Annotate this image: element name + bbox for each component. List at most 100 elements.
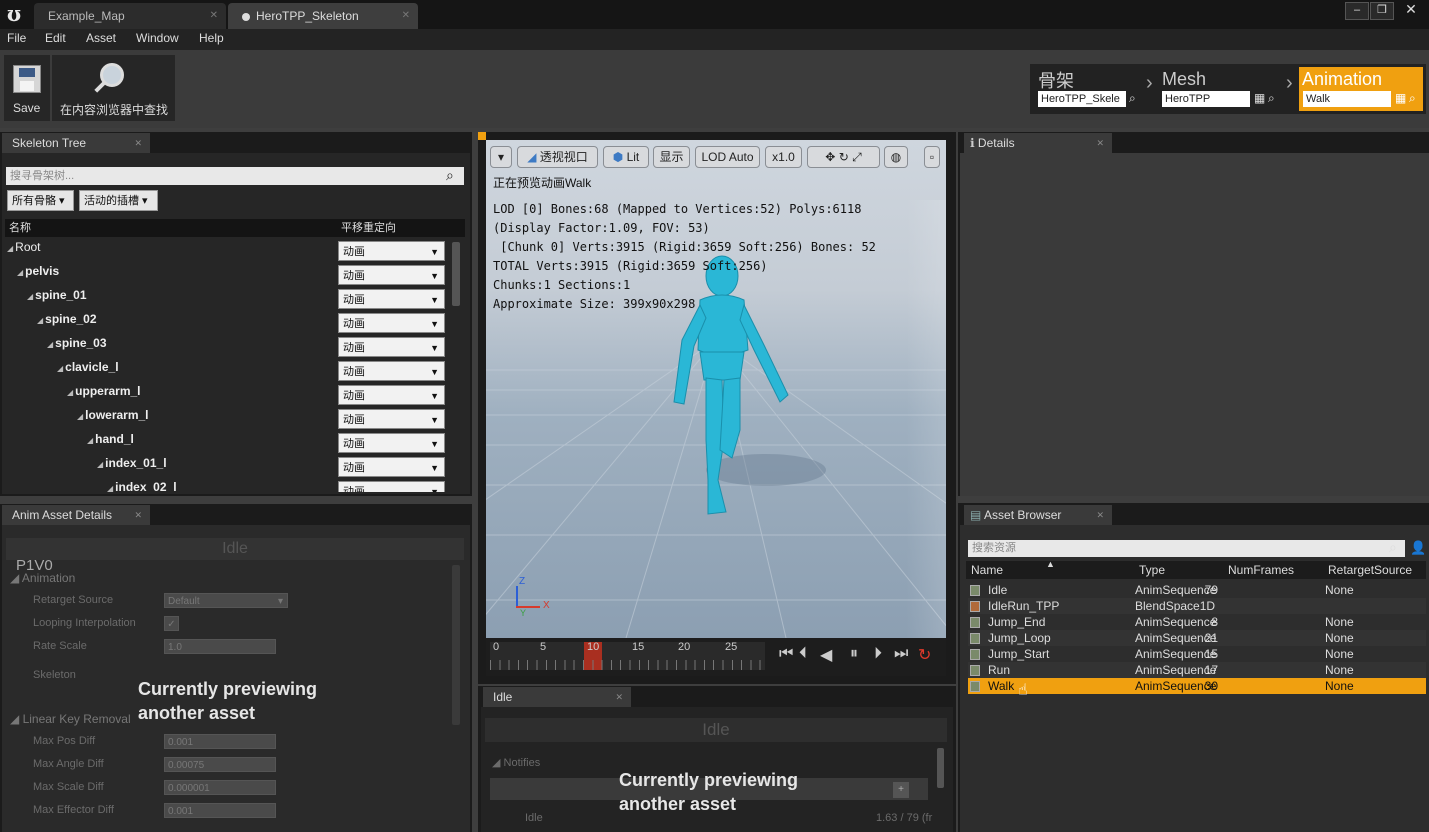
- close-icon[interactable]: ✕: [134, 133, 142, 153]
- close-icon[interactable]: ✕: [402, 3, 410, 29]
- column-name[interactable]: Name: [971, 563, 1003, 577]
- close-icon[interactable]: ✕: [615, 687, 623, 707]
- expand-arrow-icon[interactable]: ◢: [47, 340, 53, 349]
- minimize-button[interactable]: –: [1345, 2, 1369, 20]
- bone-row[interactable]: ◢ spine_03 动画 ▼: [5, 334, 445, 358]
- search-icon[interactable]: ⌕: [1389, 539, 1397, 556]
- bone-row[interactable]: ◢ index_02_l 动画 ▼: [5, 478, 445, 492]
- asset-browser-tab[interactable]: ▤ Asset Browser ✕: [964, 505, 1112, 525]
- speed-button[interactable]: x1.0: [765, 146, 802, 168]
- menu-window[interactable]: Window: [136, 31, 179, 45]
- scrollbar-thumb[interactable]: [452, 242, 460, 306]
- bone-row[interactable]: ◢ Root 动画 ▼: [5, 238, 445, 262]
- mesh-asset-field[interactable]: HeroTPP: [1162, 91, 1250, 107]
- retarget-dropdown[interactable]: 动画 ▼: [338, 433, 445, 453]
- close-window-button[interactable]: ✕: [1398, 2, 1424, 18]
- step-back-icon[interactable]: ⏴: [799, 645, 807, 663]
- save-button[interactable]: Save: [4, 55, 50, 121]
- tab-example-map[interactable]: Example_Map ✕: [34, 3, 226, 29]
- retarget-dropdown[interactable]: 动画 ▼: [338, 361, 445, 381]
- lod-button[interactable]: LOD Auto: [695, 146, 760, 168]
- retarget-dropdown[interactable]: 动画 ▼: [338, 289, 445, 309]
- retarget-source-dropdown[interactable]: Default ▾: [164, 593, 288, 608]
- expand-arrow-icon[interactable]: ◢: [7, 244, 13, 253]
- max-scale-input[interactable]: 0.000001: [164, 780, 276, 795]
- retarget-dropdown[interactable]: 动画 ▼: [338, 481, 445, 492]
- max-effector-input[interactable]: 0.001: [164, 803, 276, 818]
- close-icon[interactable]: ✕: [210, 3, 218, 29]
- menu-file[interactable]: File: [7, 31, 26, 45]
- asset-row[interactable]: Jump_Loop AnimSequence 21 None: [968, 630, 1426, 646]
- play-reverse-icon[interactable]: ◀: [820, 645, 832, 665]
- close-icon[interactable]: ✕: [1096, 133, 1104, 153]
- transform-tools[interactable]: ✥ ↻ ⤢: [807, 146, 880, 168]
- menu-asset[interactable]: Asset: [86, 31, 116, 45]
- retarget-dropdown[interactable]: 动画 ▼: [338, 385, 445, 405]
- loop-icon[interactable]: ↻: [918, 645, 931, 665]
- bone-row[interactable]: ◢ spine_01 动画 ▼: [5, 286, 445, 310]
- column-numframes[interactable]: NumFrames: [1228, 563, 1294, 577]
- search-icon[interactable]: ⌕: [1129, 91, 1136, 106]
- max-pos-input[interactable]: 0.001: [164, 734, 276, 749]
- looping-checkbox[interactable]: ✓: [164, 616, 179, 631]
- search-icon[interactable]: ⌕: [1268, 91, 1275, 106]
- mode-skeleton[interactable]: 骨架 HeroTPP_Skele ⌕: [1034, 67, 1146, 111]
- retarget-dropdown[interactable]: 动画 ▼: [338, 409, 445, 429]
- lit-button[interactable]: ⬢ Lit: [603, 146, 649, 168]
- expand-arrow-icon[interactable]: ◢: [87, 436, 93, 445]
- column-name[interactable]: 名称: [9, 219, 31, 237]
- step-forward-icon[interactable]: ⏵: [874, 645, 882, 663]
- viewport-options-button[interactable]: ▾: [490, 146, 512, 168]
- grid-icon[interactable]: ▦: [1395, 91, 1406, 105]
- close-icon[interactable]: ✕: [134, 505, 142, 525]
- section-linear-key-removal[interactable]: ◢ Linear Key Removal: [10, 712, 131, 726]
- bone-row[interactable]: ◢ upperarm_l 动画 ▼: [5, 382, 445, 406]
- tab-herotpp-skeleton[interactable]: HeroTPP_Skeleton ✕: [228, 3, 418, 29]
- max-angle-input[interactable]: 0.00075: [164, 757, 276, 772]
- bone-row[interactable]: ◢ clavicle_l 动画 ▼: [5, 358, 445, 382]
- go-to-end-icon[interactable]: ⏭: [894, 645, 908, 663]
- go-to-start-icon[interactable]: ⏮: [779, 645, 793, 663]
- bone-row[interactable]: ◢ spine_02 动画 ▼: [5, 310, 445, 334]
- retarget-dropdown[interactable]: 动画 ▼: [338, 313, 445, 333]
- asset-row[interactable]: IdleRun_TPP BlendSpace1D: [968, 598, 1426, 614]
- show-button[interactable]: 显示: [653, 146, 690, 168]
- grid-icon[interactable]: ▦: [1254, 91, 1265, 105]
- user-filter-icon[interactable]: 👤: [1410, 540, 1426, 556]
- menu-edit[interactable]: Edit: [45, 31, 66, 45]
- details-tab[interactable]: ℹ Details ✕: [964, 133, 1112, 153]
- notify-add-button[interactable]: +: [893, 782, 909, 798]
- retarget-dropdown[interactable]: 动画 ▼: [338, 337, 445, 357]
- retarget-dropdown[interactable]: 动画 ▼: [338, 241, 445, 261]
- section-animation[interactable]: ◢ Animation: [10, 571, 450, 585]
- rotate-icon[interactable]: ↻: [839, 150, 849, 164]
- rate-scale-input[interactable]: 1.0: [164, 639, 276, 654]
- column-retargetsource[interactable]: RetargetSource: [1328, 563, 1412, 577]
- asset-row[interactable]: Jump_End AnimSequence 8 None: [968, 614, 1426, 630]
- expand-arrow-icon[interactable]: ◢: [27, 292, 33, 301]
- expand-arrow-icon[interactable]: ◢: [57, 364, 63, 373]
- active-sockets-dropdown[interactable]: 活动的插槽 ▾: [79, 190, 158, 211]
- bone-row[interactable]: ◢ hand_l 动画 ▼: [5, 430, 445, 454]
- retarget-dropdown[interactable]: 动画 ▼: [338, 457, 445, 477]
- close-icon[interactable]: ✕: [1096, 505, 1104, 525]
- bone-row[interactable]: ◢ index_01_l 动画 ▼: [5, 454, 445, 478]
- skeleton-tree-tab[interactable]: Skeleton Tree ✕: [2, 133, 150, 153]
- anim-asset-details-tab[interactable]: Anim Asset Details ✕: [2, 505, 150, 525]
- column-type[interactable]: Type: [1139, 563, 1165, 577]
- restore-button[interactable]: ❐: [1370, 2, 1394, 20]
- column-retarget[interactable]: 平移重定向: [341, 219, 396, 237]
- expand-arrow-icon[interactable]: ◢: [77, 412, 83, 421]
- asset-row[interactable]: Idle AnimSequence 79 None: [968, 582, 1426, 598]
- idle-tab[interactable]: Idle ✕: [483, 687, 631, 707]
- expand-arrow-icon[interactable]: ◢: [17, 268, 23, 277]
- expand-arrow-icon[interactable]: ◢: [107, 484, 113, 492]
- expand-arrow-icon[interactable]: ◢: [97, 460, 103, 469]
- viewport-more-button[interactable]: ▫: [924, 146, 940, 168]
- all-bones-dropdown[interactable]: 所有骨骼 ▾: [7, 190, 74, 211]
- retarget-dropdown[interactable]: 动画 ▼: [338, 265, 445, 285]
- find-in-content-browser-button[interactable]: 在内容浏览器中查找: [52, 55, 175, 121]
- scale-icon[interactable]: ⤢: [852, 150, 862, 164]
- skeleton-asset-field[interactable]: HeroTPP_Skele: [1038, 91, 1126, 107]
- menu-help[interactable]: Help: [199, 31, 224, 45]
